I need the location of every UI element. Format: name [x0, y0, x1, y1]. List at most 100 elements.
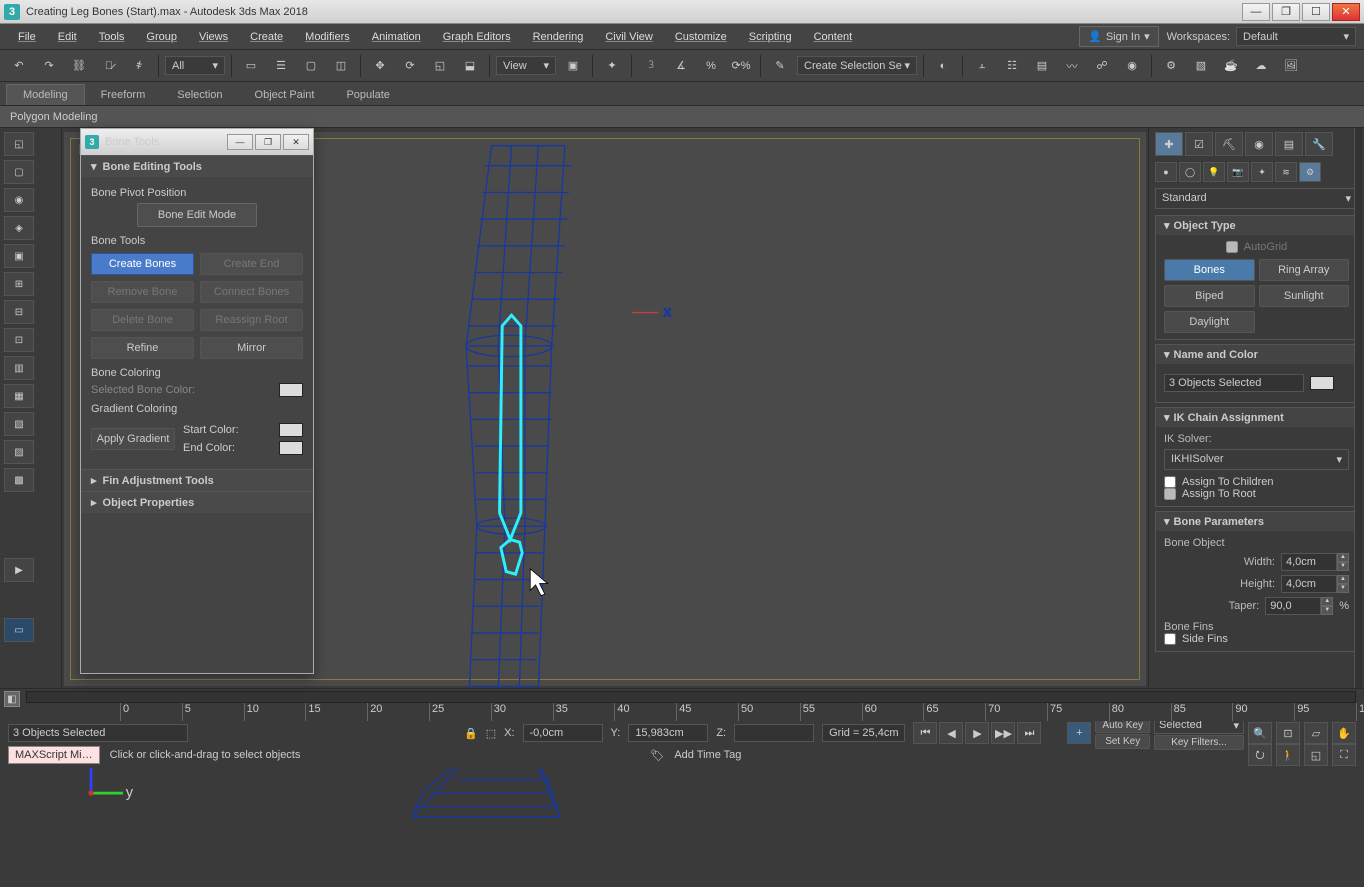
render-setup-button[interactable]: ⚙ [1158, 53, 1184, 79]
play-button[interactable]: ▶ [965, 722, 989, 744]
cp-sub-cameras[interactable]: 📷 [1227, 162, 1249, 182]
render-frame-button[interactable]: ▧ [1188, 53, 1214, 79]
rail-tool-8[interactable]: ⊡ [4, 328, 34, 352]
cp-tab-hierarchy[interactable]: ⛏ [1215, 132, 1243, 156]
width-spinner[interactable]: ▲▼ [1281, 553, 1349, 571]
select-rotate-button[interactable]: ⟳ [397, 53, 423, 79]
rail-tool-1[interactable]: ◱ [4, 132, 34, 156]
select-object-button[interactable]: ▭ [238, 53, 264, 79]
cp-sub-shapes[interactable]: ◯ [1179, 162, 1201, 182]
cp-tab-display[interactable]: ▤ [1275, 132, 1303, 156]
rollout-head-name-color[interactable]: ▾Name and Color [1156, 345, 1357, 364]
redo-button[interactable]: ↷ [36, 53, 62, 79]
undo-button[interactable]: ↶ [6, 53, 32, 79]
rail-tool-6[interactable]: ⊞ [4, 272, 34, 296]
maximize-button[interactable]: ☐ [1302, 3, 1330, 21]
menu-create[interactable]: Create [240, 27, 293, 47]
percent-snap-button[interactable]: % [698, 53, 724, 79]
z-field[interactable] [734, 724, 814, 742]
dialog-close[interactable]: ✕ [283, 134, 309, 150]
ik-solver-select[interactable]: IKHISolver▾ [1164, 449, 1349, 470]
btn-biped[interactable]: Biped [1164, 285, 1255, 307]
nav-pan-button[interactable]: ✋ [1332, 722, 1356, 744]
add-time-tag[interactable]: Add Time Tag [674, 749, 741, 761]
ribbon-tab-freeform[interactable]: Freeform [85, 85, 162, 105]
menu-modifiers[interactable]: Modifiers [295, 27, 360, 47]
set-key-plus[interactable]: + [1067, 722, 1091, 744]
rollout-head-ik[interactable]: ▾IK Chain Assignment [1156, 408, 1357, 427]
dialog-maximize[interactable]: ❐ [255, 134, 281, 150]
nav-orbit-button[interactable]: ⭮ [1248, 744, 1272, 766]
y-field[interactable] [628, 724, 708, 742]
rail-tool-4[interactable]: ◈ [4, 216, 34, 240]
cp-sub-spacewarps[interactable]: ≋ [1275, 162, 1297, 182]
snap-toggle-button[interactable]: 𝟹 [638, 53, 664, 79]
close-button[interactable]: ✕ [1332, 3, 1360, 21]
menu-rendering[interactable]: Rendering [523, 27, 594, 47]
cp-sub-lights[interactable]: 💡 [1203, 162, 1225, 182]
menu-content[interactable]: Content [804, 27, 863, 47]
cp-category-select[interactable]: Standard▾ [1155, 188, 1358, 209]
refine-button[interactable]: Refine [91, 337, 194, 359]
render-button[interactable]: ☕ [1218, 53, 1244, 79]
prev-frame-button[interactable]: ◀ [939, 722, 963, 744]
material-editor-button[interactable]: ◉ [1119, 53, 1145, 79]
menu-group[interactable]: Group [136, 27, 187, 47]
use-center-button[interactable]: ▣ [560, 53, 586, 79]
rail-tool-12[interactable]: ▨ [4, 440, 34, 464]
menu-customize[interactable]: Customize [665, 27, 737, 47]
goto-start-button[interactable]: ⏮ [913, 722, 937, 744]
height-spinner[interactable]: ▲▼ [1281, 575, 1349, 593]
toggle-ribbon-button[interactable]: ▤ [1029, 53, 1055, 79]
taper-spinner[interactable]: ▲▼ [1265, 597, 1333, 615]
menu-views[interactable]: Views [189, 27, 238, 47]
key-filters-button[interactable]: Key Filters... [1154, 735, 1244, 750]
cp-tab-utilities[interactable]: 🔧 [1305, 132, 1333, 156]
named-selection-set[interactable]: Create Selection Se▾ [797, 56, 917, 75]
goto-end-button[interactable]: ⏭ [1017, 722, 1041, 744]
nav-walk-button[interactable]: 🚶 [1276, 744, 1300, 766]
menu-scripting[interactable]: Scripting [739, 27, 802, 47]
angle-snap-button[interactable]: ∡ [668, 53, 694, 79]
end-color-swatch[interactable] [279, 441, 303, 455]
time-slider[interactable] [26, 691, 1356, 703]
menu-tools[interactable]: Tools [89, 27, 135, 47]
curve-editor-button[interactable]: 〰 [1059, 53, 1085, 79]
ribbon-tab-selection[interactable]: Selection [161, 85, 238, 105]
rollout-head-object-type[interactable]: ▾Object Type [1156, 216, 1357, 235]
object-color-swatch[interactable] [1310, 376, 1334, 390]
x-field[interactable] [523, 724, 603, 742]
align-button[interactable]: ⫠ [969, 53, 995, 79]
rollout-head-fin[interactable]: ▸Fin Adjustment Tools [81, 469, 313, 491]
rail-tool-11[interactable]: ▧ [4, 412, 34, 436]
mirror-button2[interactable]: Mirror [200, 337, 303, 359]
rail-tool-expand[interactable]: ▶ [4, 558, 34, 582]
assign-children-checkbox[interactable] [1164, 476, 1176, 488]
select-region-rect[interactable]: ▢ [298, 53, 324, 79]
side-fins-checkbox[interactable] [1164, 633, 1176, 645]
menu-file[interactable]: File [8, 27, 46, 47]
bone-edit-mode-button[interactable]: Bone Edit Mode [137, 203, 257, 227]
rail-tool-5[interactable]: ▣ [4, 244, 34, 268]
time-ruler[interactable]: 0510152025303540455055606570758085909510… [120, 703, 1356, 721]
link-button[interactable]: ⛓ [66, 53, 92, 79]
select-place-button[interactable]: ⬓ [457, 53, 483, 79]
menu-animation[interactable]: Animation [362, 27, 431, 47]
nav-fov-button[interactable]: ▱ [1304, 722, 1328, 744]
nav-maximize-button[interactable]: ◱ [1304, 744, 1328, 766]
apply-gradient-button[interactable]: Apply Gradient [91, 428, 175, 450]
ribbon-tab-object-paint[interactable]: Object Paint [239, 85, 331, 105]
nav-zoom-button[interactable]: 🔍 [1248, 722, 1272, 744]
time-tag-icon[interactable]: 🏷 [650, 749, 664, 762]
menu-graph-editors[interactable]: Graph Editors [433, 27, 521, 47]
ref-coord-system[interactable]: View▾ [496, 56, 556, 75]
rail-tool-active[interactable]: ▭ [4, 618, 34, 642]
spinner-snap-button[interactable]: ⟳% [728, 53, 754, 79]
select-name-button[interactable]: ☰ [268, 53, 294, 79]
window-crossing-button[interactable]: ◫ [328, 53, 354, 79]
lock-icon[interactable]: 🔒 [464, 727, 478, 740]
rail-tool-7[interactable]: ⊟ [4, 300, 34, 324]
btn-ring-array[interactable]: Ring Array [1259, 259, 1350, 281]
btn-daylight[interactable]: Daylight [1164, 311, 1255, 333]
cp-sub-geometry[interactable]: ● [1155, 162, 1177, 182]
